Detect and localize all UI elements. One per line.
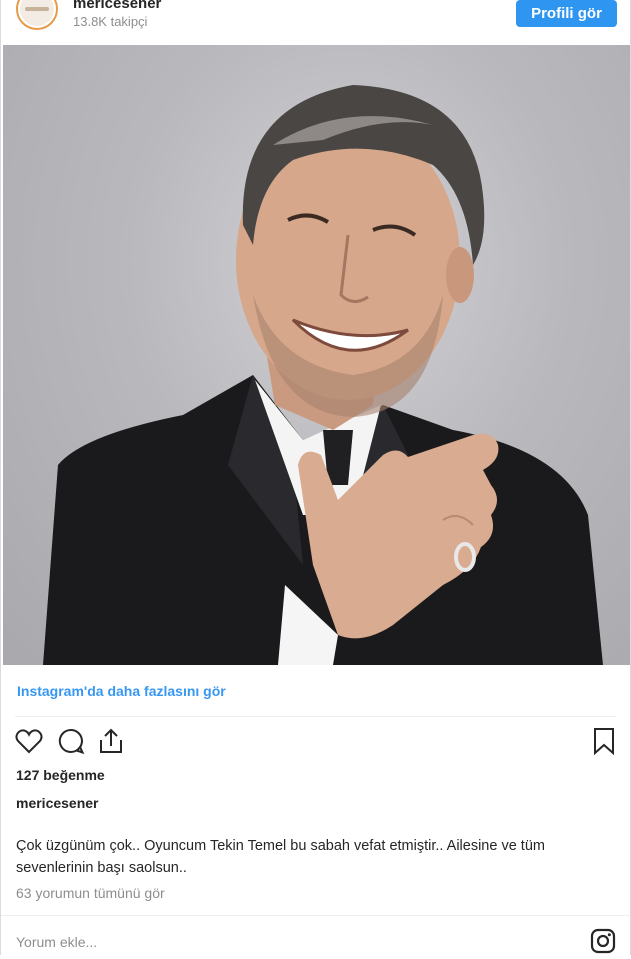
caption-username[interactable]: mericesener	[16, 795, 99, 811]
add-comment-input[interactable]: Yorum ekle...	[16, 934, 97, 950]
bookmark-icon[interactable]	[589, 726, 619, 756]
view-more-on-instagram-link[interactable]: Instagram'da daha fazlasını gör	[17, 683, 226, 699]
avatar-logo	[20, 0, 54, 26]
share-icon[interactable]	[96, 726, 126, 756]
divider	[15, 716, 616, 717]
heart-icon[interactable]	[14, 726, 44, 756]
post-photo[interactable]	[3, 45, 630, 665]
comment-bubble-icon[interactable]	[56, 726, 86, 756]
follower-count: 13.8K takipçi	[73, 14, 148, 29]
instagram-embed-card: mericesener 13.8K takipçi Profili gör In…	[0, 0, 631, 955]
post-header: mericesener 13.8K takipçi Profili gör	[1, 0, 630, 44]
view-all-comments-link[interactable]: 63 yorumun tümünü gör	[16, 885, 165, 901]
action-bar	[1, 726, 630, 758]
header-username[interactable]: mericesener	[73, 0, 161, 12]
view-profile-button[interactable]: Profili gör	[516, 0, 617, 27]
like-count[interactable]: 127 beğenme	[16, 767, 105, 783]
instagram-icon[interactable]	[590, 928, 616, 954]
avatar[interactable]	[16, 0, 58, 30]
caption-text: Çok üzgünüm çok.. Oyuncum Tekin Temel bu…	[16, 838, 545, 876]
portrait-illustration	[43, 85, 603, 665]
divider	[1, 915, 630, 916]
